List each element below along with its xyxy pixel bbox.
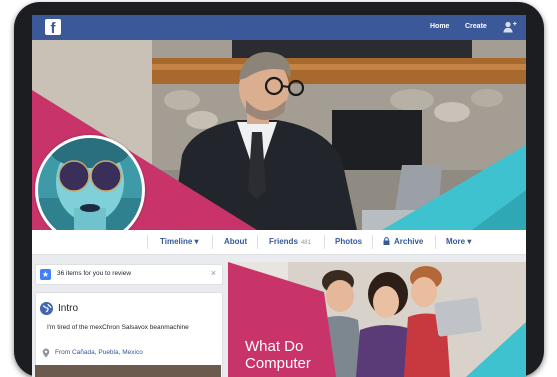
tab-archive[interactable]: Archive <box>383 237 423 246</box>
tab-divider <box>435 235 436 249</box>
post-title-line2: Computer <box>245 355 311 372</box>
hometown: From Cañada, Puebla, Mexico <box>55 349 143 356</box>
globe-icon <box>40 302 53 315</box>
post-title: What Do Computer <box>245 338 311 372</box>
profile-picture[interactable] <box>35 135 145 245</box>
home-link[interactable]: Home <box>430 23 449 30</box>
tab-more[interactable]: More ▾ <box>446 237 471 246</box>
tab-divider <box>257 235 258 249</box>
tab-photos[interactable]: Photos <box>335 237 362 246</box>
tab-about[interactable]: About <box>224 237 247 246</box>
tab-friends[interactable]: Friends 481 <box>269 237 311 246</box>
close-icon[interactable]: × <box>211 268 216 278</box>
friends-count: 481 <box>300 240 311 246</box>
tab-timeline[interactable]: Timeline ▾ <box>160 237 199 246</box>
review-items-card[interactable]: ★ 36 items for you to review × <box>35 264 223 285</box>
photo-thumbnails[interactable] <box>35 365 221 377</box>
post-title-line1: What Do <box>245 338 304 355</box>
tab-divider <box>372 235 373 249</box>
profile-tabs: Timeline ▾ About Friends 481 Photos Archi… <box>32 230 526 255</box>
tab-friends-label: Friends <box>269 237 298 246</box>
avatar-image <box>38 138 142 242</box>
tab-divider <box>324 235 325 249</box>
tablet-device: f Home Create Timeline ▾ About Friends 4… <box>0 0 557 377</box>
friend-requests-icon[interactable] <box>503 21 517 33</box>
facebook-profile-screen: f Home Create Timeline ▾ About Friends 4… <box>32 15 526 377</box>
intro-title: Intro <box>58 303 79 314</box>
hometown-link[interactable]: Cañada, Puebla, Mexico <box>72 349 143 356</box>
top-navigation-bar: f Home Create <box>32 15 526 40</box>
review-items-text: 36 items for you to review <box>57 270 132 277</box>
location-pin-icon <box>42 348 50 358</box>
lock-icon <box>383 237 390 245</box>
tab-archive-label: Archive <box>394 237 424 246</box>
intro-bio: I'm tired of the mexChron Salsavox beanm… <box>47 324 189 331</box>
tab-divider <box>147 235 148 249</box>
facebook-logo-icon[interactable]: f <box>45 19 61 35</box>
tab-divider <box>212 235 213 249</box>
from-prefix: From <box>55 349 72 356</box>
star-icon: ★ <box>40 269 51 280</box>
create-link[interactable]: Create <box>465 23 487 30</box>
featured-post-image[interactable]: What Do Computer <box>228 262 526 377</box>
